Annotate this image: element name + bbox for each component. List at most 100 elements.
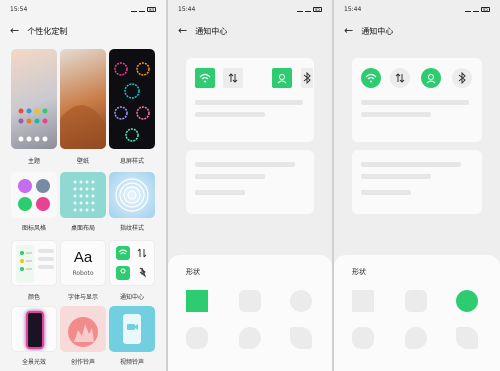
wifi-toggle[interactable]: [195, 68, 215, 88]
color-tile[interactable]: [11, 240, 57, 286]
status-time: 15:44: [344, 6, 362, 13]
wallpaper-tile[interactable]: [60, 49, 106, 149]
status-bar: 15:44 85: [334, 6, 500, 16]
shape-picker-sheet: 形状: [334, 255, 500, 371]
aod-preview: [114, 62, 150, 142]
create-ringtone-label: 创作铃声: [70, 359, 95, 366]
shape-circle-option[interactable]: [456, 290, 478, 312]
create-ringtone-tile[interactable]: [60, 306, 106, 352]
shape-picker-sheet: 形状: [168, 255, 332, 371]
placeholder-line: [195, 174, 265, 179]
quick-settings-preview-card: [186, 58, 314, 142]
font-display-tile[interactable]: Aa Roboto: [60, 240, 106, 286]
icon-style-preview: [18, 179, 50, 211]
shape-rounded-option[interactable]: [405, 290, 427, 312]
shape-leaf-option[interactable]: [456, 327, 478, 349]
video-ringtone-label: 视频铃声: [119, 359, 144, 366]
desktop-layout-label: 桌面布局: [70, 225, 95, 232]
theme-preview: [18, 108, 48, 142]
desktop-layout-tile[interactable]: [60, 172, 106, 218]
icon-style-label: 图标风格: [21, 225, 46, 232]
shape-pebble-option[interactable]: [239, 327, 261, 349]
status-bar: 15:44 85: [168, 6, 332, 16]
shape-squircle-option[interactable]: [352, 327, 374, 349]
desktop-layout-preview: [73, 180, 95, 212]
fingerprint-preview: [115, 178, 149, 212]
color-preview: [16, 245, 54, 283]
battery-icon: 85: [313, 6, 322, 12]
page-header: ← 通知中心: [344, 24, 490, 38]
wallpaper-label: 壁纸: [76, 158, 89, 165]
shape-circle-option[interactable]: [290, 290, 312, 312]
status-icons: 85: [297, 6, 322, 12]
status-icons: 84: [131, 6, 156, 12]
shape-squircle-option[interactable]: [186, 327, 208, 349]
notification-preview-card: [352, 150, 482, 214]
wifi-toggle[interactable]: [361, 68, 381, 88]
wifi-icon: [473, 6, 479, 12]
hotspot-icon: [277, 74, 287, 84]
notification-preview-card: [186, 150, 314, 214]
edge-lighting-tile[interactable]: [11, 306, 57, 352]
video-ringtone-tile[interactable]: [109, 306, 155, 352]
notification-preview: [116, 246, 147, 280]
wifi-icon: [305, 6, 311, 12]
icon-style-tile[interactable]: [11, 172, 57, 218]
aod-style-tile[interactable]: [109, 49, 155, 149]
hotspot-icon: [426, 74, 436, 84]
placeholder-line: [195, 100, 303, 105]
page-header: ← 通知中心: [178, 24, 322, 38]
font-preview-text: Aa: [73, 249, 93, 266]
font-display-label: 字体与显示: [67, 294, 98, 301]
status-time: 15:54: [10, 6, 28, 13]
shape-rounded-option[interactable]: [239, 290, 261, 312]
placeholder-line: [361, 190, 411, 195]
theme-tile[interactable]: [11, 49, 57, 149]
shape-leaf-option[interactable]: [290, 327, 312, 349]
edge-lighting-label: 全景光效: [21, 359, 46, 366]
shape-square-option[interactable]: [186, 290, 208, 312]
notification-center-label: 通知中心: [119, 294, 144, 301]
placeholder-line: [195, 112, 265, 117]
back-arrow-icon[interactable]: ←: [344, 25, 353, 37]
shape-pebble-option[interactable]: [405, 327, 427, 349]
back-arrow-icon[interactable]: ←: [178, 25, 187, 37]
mobile-data-toggle[interactable]: [390, 68, 410, 88]
bluetooth-toggle[interactable]: [301, 68, 313, 88]
placeholder-line: [361, 100, 469, 105]
notification-center-tile[interactable]: [109, 240, 155, 286]
comparison-stage: 15:54 84 ← 个性化定制 主题 壁纸 息屏样式 图标风格 桌面布局 指纹…: [0, 0, 500, 371]
placeholder-line: [361, 174, 431, 179]
signal-icon: [131, 6, 137, 12]
mobile-data-icon: [228, 73, 238, 83]
fingerprint-style-tile[interactable]: [109, 172, 155, 218]
bluetooth-icon: [458, 72, 466, 84]
placeholder-line: [361, 162, 461, 167]
mobile-data-icon: [395, 73, 405, 83]
placeholder-line: [361, 112, 431, 117]
fingerprint-style-label: 指纹样式: [119, 225, 144, 232]
placeholder-line: [195, 190, 245, 195]
edge-lighting-preview: [26, 311, 44, 349]
ringtone-preview: [68, 317, 98, 347]
page-title: 通知中心: [361, 26, 394, 36]
font-preview-sub: Roboto: [72, 270, 94, 277]
mobile-data-toggle[interactable]: [223, 68, 243, 88]
notification-center-screen-circle: 15:44 85 ← 通知中心 形状: [334, 0, 500, 371]
personalization-screen: 15:54 84 ← 个性化定制 主题 壁纸 息屏样式 图标风格 桌面布局 指纹…: [0, 0, 166, 371]
battery-icon: 84: [147, 6, 156, 12]
wallpaper-preview: [60, 105, 106, 149]
hotspot-toggle[interactable]: [272, 68, 292, 88]
hotspot-toggle[interactable]: [421, 68, 441, 88]
color-label: 颜色: [27, 294, 40, 301]
shape-section-title: 形状: [186, 268, 200, 276]
theme-label: 主题: [27, 158, 40, 165]
status-time: 15:44: [178, 6, 196, 13]
back-arrow-icon[interactable]: ←: [10, 25, 19, 37]
bluetooth-toggle[interactable]: [452, 68, 472, 88]
shape-square-option[interactable]: [352, 290, 374, 312]
wifi-icon: [365, 73, 377, 83]
notification-center-screen-square: 15:44 85 ← 通知中心 形状: [168, 0, 332, 371]
page-header: ← 个性化定制: [10, 24, 156, 38]
page-title: 通知中心: [195, 26, 228, 36]
